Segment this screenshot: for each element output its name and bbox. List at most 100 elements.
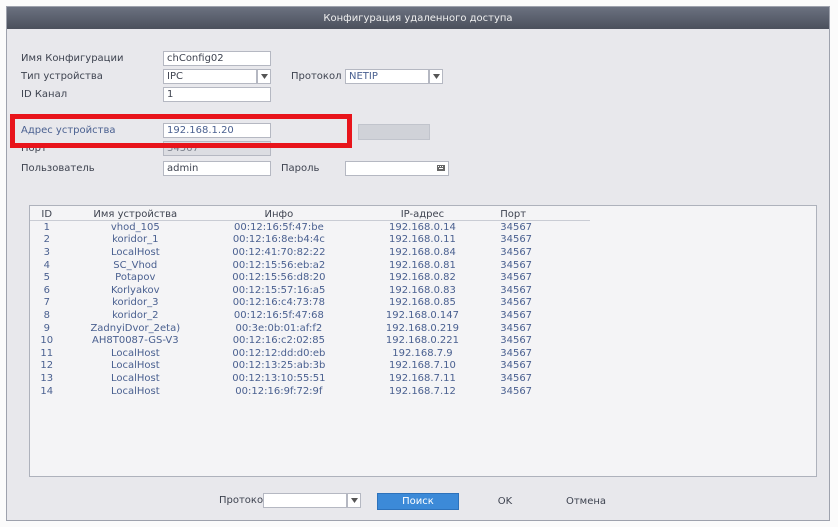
cell-ip: 192.168.0.147 [385, 309, 460, 321]
cell-port: 34567 [500, 322, 533, 334]
cell-id: 1 [43, 221, 50, 233]
cell-info: 00:12:41:70:82:22 [232, 246, 326, 258]
footer-protocol-select[interactable] [263, 493, 347, 508]
cell-id: 8 [43, 309, 50, 321]
cell-ip: 192.168.0.81 [389, 259, 456, 271]
cell-id: 9 [43, 322, 50, 334]
cell-port: 34567 [500, 347, 533, 359]
table-row[interactable]: 6 Korlyakov 00:12:15:57:16:a5 192.168.0.83 3… [30, 284, 590, 297]
device-type-dropdown-button[interactable] [257, 69, 271, 84]
cell-ip: 192.168.7.10 [389, 360, 456, 372]
user-input[interactable]: admin [163, 161, 271, 176]
cell-port: 34567 [500, 246, 533, 258]
cell-port: 34567 [500, 385, 533, 397]
cell-info: 00:12:16:c4:73:78 [232, 297, 326, 309]
chevron-down-icon [350, 498, 358, 503]
table-row[interactable]: 12 LocalHost 00:12:13:25:ab:3b 192.168.7.10… [30, 360, 590, 373]
cell-name: koridor_2 [112, 309, 159, 321]
table-row[interactable]: 1 vhod_105 00:12:16:5f:47:be 192.168.0.14 34… [30, 221, 590, 234]
column-header-id[interactable]: ID [30, 208, 64, 221]
cell-ip: 192.168.0.85 [389, 297, 456, 309]
cell-info: 00:12:16:c2:02:85 [232, 335, 326, 347]
table-row[interactable]: 11 LocalHost 00:12:12:dd:d0:eb 192.168.7.9 3… [30, 347, 590, 360]
cell-name: ZadnyiDvor_2eta) [90, 322, 181, 334]
cell-port: 34567 [500, 234, 533, 246]
cancel-button[interactable]: Отмена [547, 493, 625, 510]
table-header-row: ID Имя устройства Инфо IP-адрес Порт [30, 208, 590, 221]
footer-bar: Протокол Поиск OK Отмена [7, 491, 829, 511]
user-label: Пользователь [21, 163, 95, 174]
table-row[interactable]: 4 SC_Vhod 00:12:15:56:eb:a2 192.168.0.81 345… [30, 259, 590, 272]
table-row[interactable]: 9 ZadnyiDvor_2eta) 00:3e:0b:01:af:f2 192.16… [30, 322, 590, 335]
cell-name: LocalHost [110, 385, 160, 397]
address-action-button[interactable] [358, 124, 430, 140]
cell-port: 34567 [500, 221, 533, 233]
cell-info: 00:12:15:57:16:a5 [232, 284, 326, 296]
column-header-info[interactable]: Инфо [207, 208, 351, 221]
device-type-select[interactable]: IPC [163, 69, 257, 84]
window-title: Конфигурация удаленного доступа [323, 12, 513, 24]
password-label: Пароль [281, 163, 320, 174]
cell-name: Korlyakov [110, 284, 160, 296]
cell-ip: 192.168.0.82 [389, 272, 456, 284]
cell-ip: 192.168.7.12 [389, 385, 456, 397]
search-button[interactable]: Поиск [377, 493, 459, 510]
table-row[interactable]: 14 LocalHost 00:12:16:9f:72:9f 192.168.7.12… [30, 385, 590, 398]
cell-id: 5 [43, 272, 50, 284]
cell-info: 00:12:13:10:55:51 [232, 372, 326, 384]
cell-name: LocalHost [110, 360, 160, 372]
cell-info: 00:3e:0b:01:af:f2 [235, 322, 323, 334]
password-input[interactable] [345, 161, 449, 176]
config-name-input[interactable]: chConfig02 [163, 51, 271, 66]
protocol-select[interactable]: NETIP [345, 69, 429, 84]
cell-port: 34567 [500, 309, 533, 321]
cell-name: vhod_105 [110, 221, 160, 233]
cell-id: 11 [40, 347, 54, 359]
table-row[interactable]: 7 koridor_3 00:12:16:c4:73:78 192.168.0.85 3… [30, 297, 590, 310]
cell-name: koridor_3 [112, 297, 159, 309]
table-row[interactable]: 10 AH8T0087-GS-V3 00:12:16:c2:02:85 192.168… [30, 334, 590, 347]
cell-ip: 192.168.0.219 [385, 322, 460, 334]
column-header-name[interactable]: Имя устройства [63, 208, 208, 221]
cell-id: 4 [43, 259, 50, 271]
device-list[interactable]: ID Имя устройства Инфо IP-адрес Порт 1 vh… [29, 205, 817, 477]
footer-protocol-label: Протокол [219, 495, 270, 506]
cell-ip: 192.168.0.221 [385, 335, 460, 347]
cell-port: 34567 [500, 284, 533, 296]
table-row[interactable]: 8 koridor_2 00:12:16:5f:47:68 192.168.0.147… [30, 309, 590, 322]
protocol-dropdown-button[interactable] [429, 69, 443, 84]
table-row[interactable]: 5 Potapov 00:12:15:56:d8:20 192.168.0.82 345… [30, 271, 590, 284]
protocol-label: Протокол [291, 71, 342, 82]
cell-id: 10 [40, 335, 54, 347]
cell-port: 34567 [500, 360, 533, 372]
device-type-label: Тип устройства [21, 71, 103, 82]
table-row[interactable]: 13 LocalHost 00:12:13:10:55:51 192.168.7.11… [30, 372, 590, 385]
cell-id: 14 [40, 385, 54, 397]
channel-input[interactable]: 1 [163, 87, 271, 102]
cell-info: 00:12:16:5f:47:68 [233, 309, 324, 321]
cell-port: 34567 [500, 372, 533, 384]
chevron-down-icon [260, 74, 268, 79]
cell-info: 00:12:16:8e:b4:4c [232, 234, 325, 246]
keyboard-icon[interactable] [437, 164, 445, 172]
table-row[interactable]: 3 LocalHost 00:12:41:70:82:22 192.168.0.84 3… [30, 246, 590, 259]
remote-config-window: Конфигурация удаленного доступа Имя Конф… [6, 6, 830, 521]
cell-info: 00:12:12:dd:d0:eb [232, 347, 326, 359]
cell-port: 34567 [500, 297, 533, 309]
cell-name: AH8T0087-GS-V3 [92, 335, 179, 347]
cell-id: 6 [43, 284, 50, 296]
ok-button[interactable]: OK [475, 493, 535, 510]
cell-id: 12 [40, 360, 54, 372]
device-table: ID Имя устройства Инфо IP-адрес Порт 1 vh… [30, 208, 590, 397]
window-titlebar: Конфигурация удаленного доступа [7, 7, 829, 29]
footer-protocol-dropdown-button[interactable] [347, 493, 361, 508]
cell-port: 34567 [500, 259, 533, 271]
cell-ip: 192.168.0.11 [389, 234, 456, 246]
cell-ip: 192.168.7.9 [392, 347, 453, 359]
column-header-ip[interactable]: IP-адрес [350, 208, 495, 221]
cell-name: LocalHost [110, 372, 160, 384]
column-header-port[interactable]: Порт [494, 208, 590, 221]
table-row[interactable]: 2 koridor_1 00:12:16:8e:b4:4c 192.168.0.11 3… [30, 234, 590, 247]
cell-name: SC_Vhod [113, 259, 158, 271]
cell-info: 00:12:13:25:ab:3b [232, 360, 326, 372]
